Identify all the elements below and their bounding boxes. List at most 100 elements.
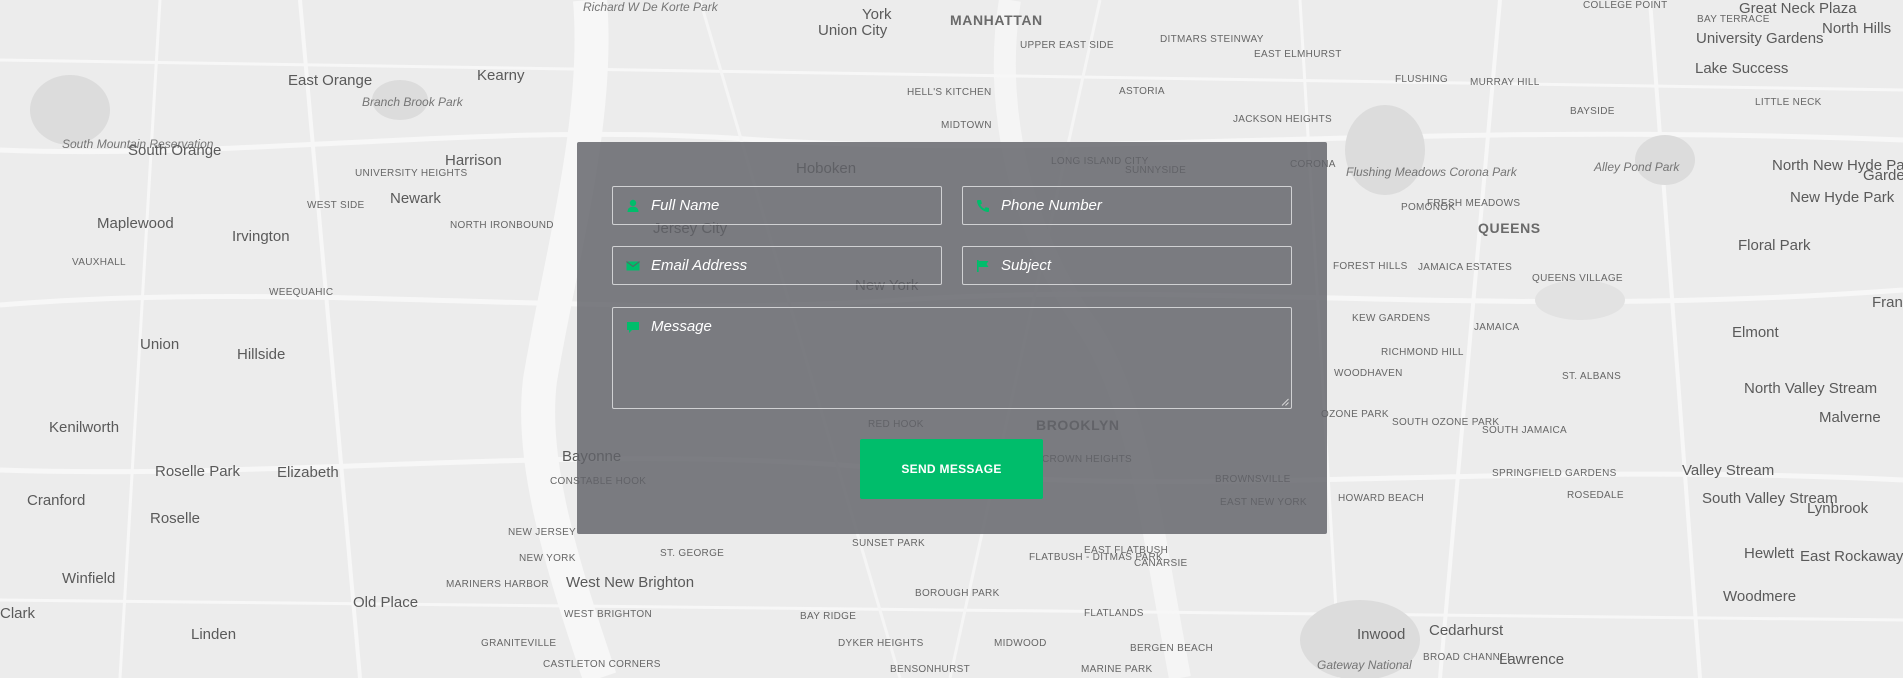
map-label: FLUSHING bbox=[1395, 74, 1448, 85]
map-label: Harrison bbox=[445, 152, 502, 169]
map-label: Gateway National bbox=[1317, 658, 1412, 672]
map-label: MARINE PARK bbox=[1081, 664, 1153, 675]
map-label: ST. GEORGE bbox=[660, 548, 725, 559]
map-label: West New Brighton bbox=[566, 574, 695, 591]
map-label: Maplewood bbox=[97, 215, 174, 232]
map-label: JAMAICA ESTATES bbox=[1418, 262, 1513, 273]
map-label: Cranford bbox=[27, 492, 86, 509]
map-label: MURRAY HILL bbox=[1470, 77, 1540, 88]
map-label: WEST SIDE bbox=[307, 200, 365, 211]
map-label: Kenilworth bbox=[49, 419, 120, 436]
subject-placeholder: Subject bbox=[1001, 257, 1052, 274]
map-label: Hewlett bbox=[1744, 545, 1795, 562]
map-label: North Hills bbox=[1822, 20, 1892, 37]
map-label: Newark bbox=[390, 190, 441, 207]
subject-input[interactable]: Subject bbox=[962, 246, 1292, 285]
map-label: BOROUGH PARK bbox=[915, 588, 1000, 599]
map-label: HOWARD BEACH bbox=[1338, 493, 1425, 504]
phone-number-placeholder: Phone Number bbox=[1001, 197, 1102, 214]
map-label: Malverne bbox=[1819, 409, 1881, 426]
map-label: LITTLE NECK bbox=[1755, 97, 1822, 108]
map-label: VAUXHALL bbox=[72, 257, 126, 268]
map-label: MARINERS HARBOR bbox=[446, 579, 549, 590]
map-label: Branch Brook Park bbox=[362, 95, 463, 109]
map-label: NORTH IRONBOUND bbox=[450, 220, 554, 231]
full-name-placeholder: Full Name bbox=[651, 197, 720, 214]
map-label: UNIVERSITY HEIGHTS bbox=[355, 168, 468, 179]
map-label: North Valley Stream bbox=[1744, 380, 1878, 397]
map-label: Franklin Square bbox=[1872, 294, 1903, 311]
map-label: Inwood bbox=[1357, 626, 1406, 643]
map-label: Lake Success bbox=[1695, 60, 1789, 77]
message-textarea[interactable]: Message bbox=[612, 307, 1292, 409]
map-label: EAST ELMHURST bbox=[1254, 49, 1342, 60]
map-label: BENSONHURST bbox=[890, 664, 970, 675]
map-label: Hillside bbox=[237, 346, 286, 363]
message-placeholder: Message bbox=[651, 318, 712, 335]
map-label: CASTLETON CORNERS bbox=[543, 659, 661, 670]
map-label: Floral Park bbox=[1738, 237, 1811, 254]
map-label: COLLEGE POINT bbox=[1583, 0, 1668, 11]
map-label: Garden City bbox=[1863, 167, 1903, 184]
map-label: CANARSIE bbox=[1134, 558, 1188, 569]
map-label: Kearny bbox=[477, 67, 525, 84]
map-label: Winfield bbox=[62, 570, 116, 587]
map-label: Lynbrook bbox=[1807, 500, 1869, 517]
map-label: Alley Pond Park bbox=[1594, 160, 1680, 174]
map-label: Woodmere bbox=[1723, 588, 1797, 605]
map-label: GRANITEVILLE bbox=[481, 638, 557, 649]
map-label: WEST BRIGHTON bbox=[564, 609, 652, 620]
map-label: SPRINGFIELD GARDENS bbox=[1492, 468, 1617, 479]
map-label: University Gardens bbox=[1696, 30, 1824, 47]
map-label: OZONE PARK bbox=[1321, 409, 1389, 420]
map-label: FLATLANDS bbox=[1084, 608, 1144, 619]
map-label: FRESH MEADOWS bbox=[1427, 198, 1521, 209]
map-label: Union bbox=[140, 336, 180, 353]
map-label: NEW YORK bbox=[519, 553, 576, 564]
flag-icon bbox=[975, 258, 991, 274]
map-label: UPPER EAST SIDE bbox=[1020, 40, 1114, 51]
map-label: BAY RIDGE bbox=[800, 611, 857, 622]
map-label: Flushing Meadows Corona Park bbox=[1346, 165, 1517, 179]
map-label: FOREST HILLS bbox=[1333, 261, 1408, 272]
email-address-input[interactable]: Email Address bbox=[612, 246, 942, 285]
map-label: York bbox=[862, 6, 892, 23]
envelope-icon bbox=[625, 258, 641, 274]
map-label: East Orange bbox=[288, 72, 373, 89]
map-label: Elmont bbox=[1732, 324, 1779, 341]
map-label: JAMAICA bbox=[1474, 322, 1520, 333]
map-label: Roselle bbox=[150, 510, 201, 527]
map-label: QUEENS VILLAGE bbox=[1532, 273, 1623, 284]
map-label: DYKER HEIGHTS bbox=[838, 638, 924, 649]
map-label: DITMARS STEINWAY bbox=[1160, 34, 1264, 45]
map-label: WOODHAVEN bbox=[1334, 368, 1403, 379]
map-label: MIDWOOD bbox=[994, 638, 1047, 649]
map-label: HELL'S KITCHEN bbox=[907, 87, 992, 98]
send-message-button[interactable]: SEND MESSAGE bbox=[860, 439, 1043, 499]
map-label: SOUTH JAMAICA bbox=[1482, 425, 1568, 436]
map-label: Roselle Park bbox=[155, 463, 241, 480]
map-label: Richard W De Korte Park bbox=[583, 0, 718, 14]
map-label: QUEENS bbox=[1478, 220, 1541, 236]
map-label: Union City bbox=[818, 22, 888, 39]
map-label: ROSEDALE bbox=[1567, 490, 1624, 501]
map-label: South Orange bbox=[128, 142, 222, 159]
map-label: Elizabeth bbox=[277, 464, 339, 481]
map-label: JACKSON HEIGHTS bbox=[1233, 114, 1332, 125]
map-label: Lawrence bbox=[1499, 651, 1565, 668]
map-label: ASTORIA bbox=[1119, 86, 1165, 97]
map-label: Linden bbox=[191, 626, 237, 643]
map-label: KEW GARDENS bbox=[1352, 313, 1431, 324]
resize-handle-icon[interactable] bbox=[1281, 398, 1289, 406]
map-label: Old Place bbox=[353, 594, 419, 611]
map-label: BAYSIDE bbox=[1570, 106, 1615, 117]
full-name-input[interactable]: Full Name bbox=[612, 186, 942, 225]
map-label: WEEQUAHIC bbox=[269, 287, 334, 298]
map-label: MIDTOWN bbox=[941, 120, 992, 131]
map-label: RICHMOND HILL bbox=[1381, 347, 1464, 358]
map-label: Great Neck Plaza bbox=[1739, 0, 1857, 17]
map-label: ST. ALBANS bbox=[1562, 371, 1622, 382]
phone-icon bbox=[975, 198, 991, 214]
map-label: MANHATTAN bbox=[950, 12, 1043, 28]
phone-number-input[interactable]: Phone Number bbox=[962, 186, 1292, 225]
